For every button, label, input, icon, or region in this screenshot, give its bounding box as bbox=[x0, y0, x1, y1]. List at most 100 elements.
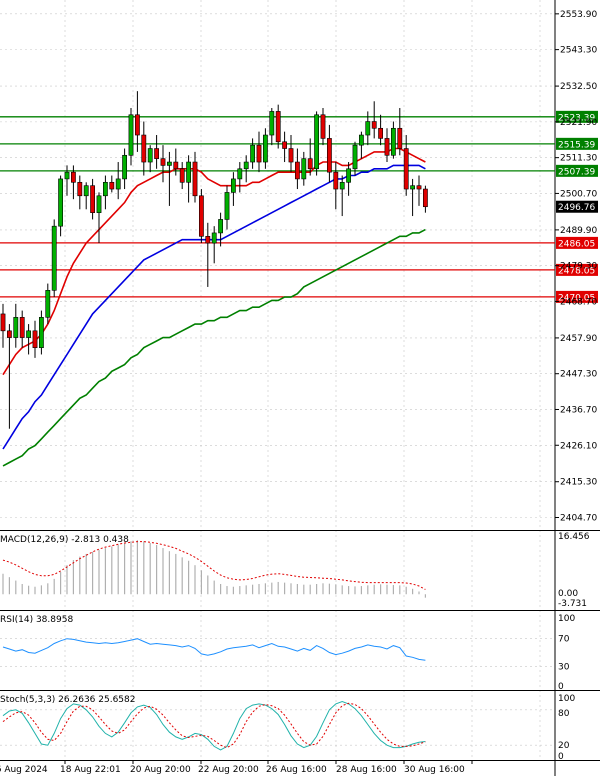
candle-body bbox=[26, 330, 31, 338]
rsi-label: RSI(14) 38.8958 bbox=[0, 615, 73, 625]
candle-body bbox=[390, 127, 396, 156]
candle-body bbox=[51, 225, 57, 291]
price-tick-label: 2543.30 bbox=[560, 46, 597, 56]
price-tick-label: 2521.90 bbox=[560, 118, 597, 128]
candle bbox=[186, 155, 191, 203]
candle bbox=[38, 310, 44, 355]
candle-body bbox=[32, 330, 38, 349]
candle-body bbox=[7, 330, 12, 338]
candle bbox=[250, 138, 255, 169]
macd-axis-label: 16.456 bbox=[558, 532, 590, 542]
candle bbox=[13, 303, 19, 348]
candle-body bbox=[147, 148, 153, 163]
candle-body bbox=[167, 161, 172, 166]
candle-body bbox=[307, 158, 313, 170]
candle bbox=[422, 185, 428, 213]
candle-body bbox=[339, 181, 345, 190]
candle-body bbox=[397, 127, 403, 149]
candle-body bbox=[358, 134, 364, 146]
moving-averages-layer bbox=[2, 147, 426, 467]
candle-body bbox=[403, 148, 409, 190]
candle bbox=[19, 310, 25, 348]
candle bbox=[314, 111, 319, 176]
price-tick-label: 2415.30 bbox=[560, 478, 597, 488]
candle-body bbox=[205, 236, 211, 244]
candle-body bbox=[109, 181, 115, 190]
candle bbox=[147, 145, 153, 173]
candle bbox=[416, 175, 422, 206]
stoch-axis-label: 80 bbox=[558, 709, 570, 719]
candle-body bbox=[269, 111, 275, 136]
candle bbox=[96, 192, 102, 244]
candle bbox=[371, 101, 377, 139]
price-tick-label: 2479.30 bbox=[560, 262, 597, 272]
current-price-label: 2496.76 bbox=[558, 203, 595, 213]
chart-root: 2523.39 2515.39 2507.39 2486.05 2478.05 2470.… bbox=[0, 0, 600, 776]
price-tick-label: 2511.30 bbox=[560, 154, 597, 164]
candle-body bbox=[154, 148, 159, 159]
stoch-axis-label: 0 bbox=[558, 752, 564, 762]
candle-body bbox=[416, 185, 422, 190]
candle bbox=[154, 135, 159, 169]
stoch-axis-label: 20 bbox=[558, 741, 570, 751]
candle bbox=[384, 128, 390, 163]
price-tick-label: 2457.90 bbox=[560, 334, 597, 344]
time-tick-label: 28 Aug 16:00 bbox=[336, 765, 397, 775]
macd-axis-label: -3.731 bbox=[558, 599, 587, 609]
candle-body bbox=[71, 171, 76, 183]
candle bbox=[64, 165, 70, 196]
moving-average-line bbox=[2, 164, 426, 450]
candle bbox=[358, 131, 364, 159]
candle-body bbox=[256, 144, 262, 163]
candle-body bbox=[96, 195, 102, 213]
candle bbox=[83, 182, 89, 210]
stoch-k-line bbox=[2, 700, 426, 751]
candle-body bbox=[179, 168, 185, 183]
candle-body bbox=[77, 181, 83, 197]
candle-body bbox=[352, 144, 358, 170]
candle bbox=[205, 222, 211, 287]
candle-body bbox=[45, 290, 51, 318]
candle bbox=[7, 324, 12, 429]
candle-body bbox=[243, 161, 249, 170]
time-tick-label: 18 Aug 22:01 bbox=[60, 765, 121, 775]
price-tick-label: 2404.70 bbox=[560, 514, 597, 524]
candle bbox=[339, 175, 345, 217]
time-tick-label: 22 Aug 20:00 bbox=[198, 765, 259, 775]
candle-body bbox=[211, 232, 217, 244]
candle bbox=[218, 212, 223, 247]
candle-body bbox=[64, 171, 70, 180]
candle-body bbox=[237, 168, 243, 180]
rsi-line bbox=[2, 638, 426, 661]
candle bbox=[231, 172, 236, 206]
candle-body bbox=[122, 154, 127, 180]
candle bbox=[211, 226, 217, 264]
candle-body bbox=[365, 121, 371, 136]
candle-body bbox=[19, 317, 25, 338]
chart-canvas: 2523.392515.392507.392486.052478.052470.… bbox=[0, 0, 600, 776]
time-tick-label: 30 Aug 16:00 bbox=[404, 765, 465, 775]
level-label: 2486.05 bbox=[558, 239, 595, 249]
candle bbox=[243, 155, 249, 183]
candle-body bbox=[13, 317, 19, 338]
candle bbox=[135, 91, 140, 152]
candle-body bbox=[282, 141, 287, 149]
levels-layer: 2523.392515.392507.392486.052478.052470.… bbox=[0, 110, 598, 303]
rsi-axis-label: 0 bbox=[558, 682, 564, 692]
time-axis-layer: 16 Aug 2024 18 Aug 22:01 20 Aug 20:00 22 Au… bbox=[0, 760, 473, 775]
candle bbox=[160, 145, 166, 183]
price-tick-label: 2553.90 bbox=[560, 10, 597, 20]
level-label: 2507.39 bbox=[558, 167, 595, 177]
candle bbox=[77, 175, 83, 210]
candle bbox=[58, 175, 63, 237]
candle bbox=[103, 175, 108, 210]
candle bbox=[128, 108, 134, 166]
candle bbox=[122, 148, 127, 190]
candle-body bbox=[160, 158, 166, 166]
candle-body bbox=[288, 148, 294, 163]
price-tick-label: 2532.50 bbox=[560, 82, 597, 92]
candle bbox=[167, 151, 172, 206]
candle-body bbox=[218, 219, 223, 234]
candle bbox=[0, 303, 6, 348]
candle bbox=[141, 121, 147, 176]
